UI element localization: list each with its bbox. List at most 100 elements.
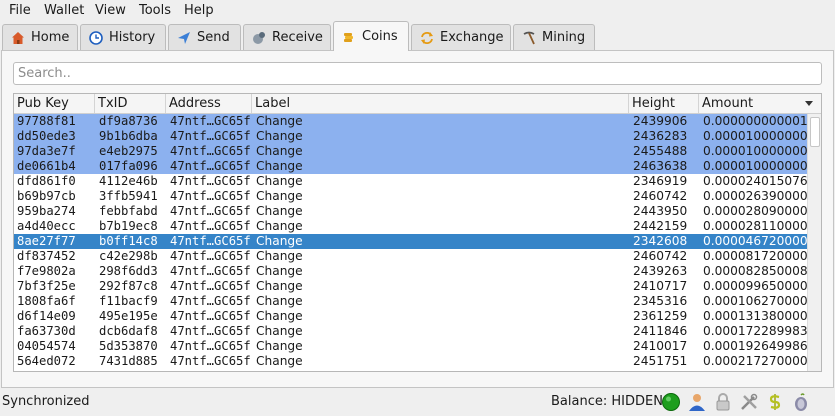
cell-label: Change xyxy=(256,219,303,233)
table-row[interactable]: dd50ede3 9b1b6dba 47ntf…GC65f Change 2436283… xyxy=(14,129,807,144)
connection-status-icon[interactable] xyxy=(661,392,681,412)
tab-send[interactable]: Send xyxy=(168,24,241,50)
table-row[interactable]: df837452 c42e298b 47ntf…GC65f Change 2460742… xyxy=(14,249,807,264)
cell-amount: 0.000000000001 xyxy=(703,114,807,128)
table-row[interactable]: 8ae27f77 b0ff14c8 47ntf…GC65f Change 2342608… xyxy=(14,234,807,249)
cell-amount: 0.000024015076 xyxy=(703,174,807,188)
tab-exchange[interactable]: Exchange xyxy=(411,24,511,50)
cell-address: 47ntf…GC65f xyxy=(170,309,251,323)
table-row[interactable]: dfd861f0 4112e46b 47ntf…GC65f Change 2346919… xyxy=(14,174,807,189)
sort-descending-icon xyxy=(805,101,813,106)
table-row[interactable]: de0661b4 017fa096 47ntf…GC65f Change 2463638… xyxy=(14,159,807,174)
balance-label[interactable]: Balance: HIDDEN xyxy=(551,394,663,409)
table-row[interactable]: 564ed072 7431d885 47ntf…GC65f Change 2451751… xyxy=(14,354,807,369)
cell-address: 47ntf…GC65f xyxy=(170,294,251,308)
cell-height: 2443950 xyxy=(633,204,688,218)
table-row[interactable]: 04054574 5d353870 47ntf…GC65f Change 2410017… xyxy=(14,339,807,354)
cell-pubkey: de0661b4 xyxy=(17,159,76,173)
cell-amount: 0.000028110000 xyxy=(703,219,807,233)
cell-amount: 0.000010000000 xyxy=(703,159,807,173)
cell-amount: 0.000082850008 xyxy=(703,264,807,278)
tab-coins-label: Coins xyxy=(362,29,398,44)
cell-pubkey: fa63730d xyxy=(17,324,76,338)
cell-txid: febbfabd xyxy=(99,204,158,218)
cell-address: 47ntf…GC65f xyxy=(170,204,251,218)
cell-amount: 0.000010000000 xyxy=(703,144,807,158)
table-row[interactable]: 7bf3f25e 292f87c8 47ntf…GC65f Change 2410717… xyxy=(14,279,807,294)
menu-tools[interactable]: Tools xyxy=(139,3,171,18)
lock-icon[interactable] xyxy=(713,392,733,412)
cell-txid: f11bacf9 xyxy=(99,294,158,308)
cell-height: 2342608 xyxy=(633,234,688,248)
cell-pubkey: dd50ede3 xyxy=(17,129,76,143)
sync-status: Synchronized xyxy=(2,394,90,409)
cell-label: Change xyxy=(256,204,303,218)
seed-icon[interactable] xyxy=(765,392,785,412)
vertical-scrollbar[interactable] xyxy=(807,114,821,371)
cell-pubkey: 564ed072 xyxy=(17,354,76,368)
table-row[interactable]: 97788f81 df9a8736 47ntf…GC65f Change 2439906… xyxy=(14,114,807,129)
cell-label: Change xyxy=(256,279,303,293)
cell-txid: e4eb2975 xyxy=(99,144,158,158)
tor-icon[interactable] xyxy=(791,392,811,412)
cell-txid: 7431d885 xyxy=(99,354,158,368)
cell-pubkey: 97788f81 xyxy=(17,114,76,128)
cell-address: 47ntf…GC65f xyxy=(170,219,251,233)
tab-receive-label: Receive xyxy=(272,30,323,45)
table-row[interactable]: 97da3e7f e4eb2975 47ntf…GC65f Change 2455488… xyxy=(14,144,807,159)
column-header-pubkey[interactable]: Pub Key xyxy=(14,94,95,113)
tab-mining-label: Mining xyxy=(542,30,586,45)
cell-height: 2346919 xyxy=(633,174,688,188)
cell-pubkey: d6f14e09 xyxy=(17,309,76,323)
cell-address: 47ntf…GC65f xyxy=(170,249,251,263)
tab-send-label: Send xyxy=(197,30,230,45)
table-row[interactable]: 1808fa6f f11bacf9 47ntf…GC65f Change 2345316… xyxy=(14,294,807,309)
cell-height: 2345316 xyxy=(633,294,688,308)
column-header-height[interactable]: Height xyxy=(629,94,699,113)
contacts-icon[interactable] xyxy=(687,392,707,412)
cell-address: 47ntf…GC65f xyxy=(170,339,251,353)
table-row[interactable]: fa63730d dcb6daf8 47ntf…GC65f Change 2411846… xyxy=(14,324,807,339)
cell-label: Change xyxy=(256,159,303,173)
table-row[interactable]: b69b97cb 3ffb5941 47ntf…GC65f Change 2460742… xyxy=(14,189,807,204)
table-row[interactable]: d6f14e09 495e195e 47ntf…GC65f Change 2361259… xyxy=(14,309,807,324)
scrollbar-thumb[interactable] xyxy=(810,117,820,147)
tab-home[interactable]: Home xyxy=(2,24,78,50)
column-header-address[interactable]: Address xyxy=(166,94,252,113)
cell-txid: 9b1b6dba xyxy=(99,129,158,143)
cell-pubkey: 04054574 xyxy=(17,339,76,353)
cell-pubkey: 8ae27f77 xyxy=(17,234,76,248)
table-row[interactable]: f7e9802a 298f6dd3 47ntf…GC65f Change 2439263… xyxy=(14,264,807,279)
cell-height: 2361259 xyxy=(633,309,688,323)
cell-amount: 0.000046720000 xyxy=(703,234,807,248)
menu-view[interactable]: View xyxy=(95,3,126,18)
menu-help[interactable]: Help xyxy=(184,3,214,18)
table-row[interactable]: 959ba274 febbfabd 47ntf…GC65f Change 2443950… xyxy=(14,204,807,219)
tab-receive[interactable]: Receive xyxy=(243,24,331,50)
cell-height: 2439906 xyxy=(633,114,688,128)
cell-label: Change xyxy=(256,294,303,308)
settings-icon[interactable] xyxy=(739,392,759,412)
cell-amount: 0.000172289983 xyxy=(703,324,807,338)
cell-height: 2410017 xyxy=(633,339,688,353)
menu-file[interactable]: File xyxy=(9,3,31,18)
column-header-txid[interactable]: TxID xyxy=(95,94,166,113)
tab-history-label: History xyxy=(109,30,156,45)
menu-wallet[interactable]: Wallet xyxy=(44,3,84,18)
send-icon xyxy=(178,31,190,44)
cell-label: Change xyxy=(256,354,303,368)
home-icon xyxy=(12,31,24,44)
cell-address: 47ntf…GC65f xyxy=(170,144,251,158)
search-input[interactable] xyxy=(13,62,822,85)
cell-amount: 0.000217270000 xyxy=(703,354,807,368)
cell-address: 47ntf…GC65f xyxy=(170,174,251,188)
exchange-icon xyxy=(421,31,433,44)
cell-amount: 0.000081720000 xyxy=(703,249,807,263)
tab-history[interactable]: History xyxy=(80,24,166,50)
cell-amount: 0.000010000000 xyxy=(703,129,807,143)
table-row[interactable]: a4d40ecc b7b19ec8 47ntf…GC65f Change 2442159… xyxy=(14,219,807,234)
tab-mining[interactable]: Mining xyxy=(513,24,595,50)
column-header-label[interactable]: Label xyxy=(252,94,629,113)
tab-coins[interactable]: Coins xyxy=(333,21,409,51)
column-header-amount[interactable]: Amount xyxy=(699,94,821,113)
